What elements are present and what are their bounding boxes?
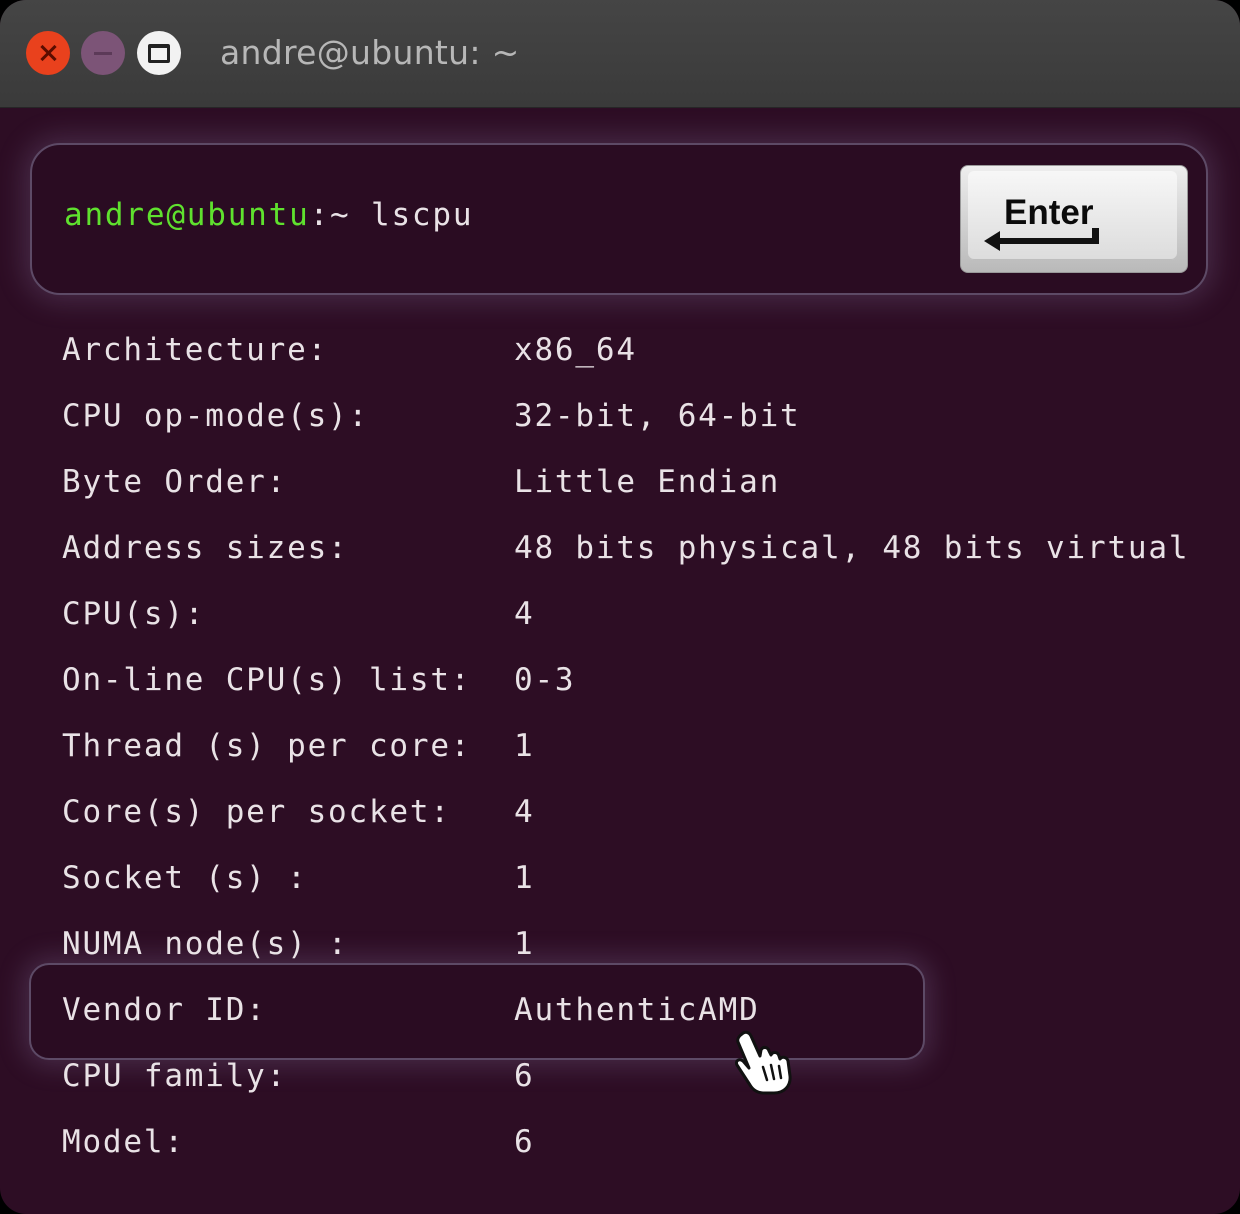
hand-pointer-icon: [735, 1030, 792, 1095]
minimize-button[interactable]: [81, 31, 125, 75]
output-key: Thread (s) per core:: [62, 728, 472, 764]
output-value: 32-bit, 64-bit: [514, 398, 801, 434]
output-key: CPU op-mode(s):: [62, 398, 369, 434]
output-key: CPU(s):: [62, 596, 206, 632]
output-value: 4: [514, 596, 535, 632]
return-arrow-icon: [984, 228, 1099, 251]
prompt-user-host: andre@ubuntu: [64, 197, 310, 233]
output-key: Byte Order:: [62, 464, 288, 500]
output-key: Core(s) per socket:: [62, 794, 451, 830]
prompt-command: lscpu: [370, 197, 474, 233]
output-value: Little Endian: [514, 464, 781, 500]
output-value: 1: [514, 728, 535, 764]
output-value: 6: [514, 1058, 535, 1094]
title-bar[interactable]: andre@ubuntu: ~: [0, 0, 1240, 108]
terminal-window: andre@ubuntu: ~ andre@ubuntu:~ lscpu Ent…: [0, 0, 1240, 1214]
window-title: andre@ubuntu: ~: [220, 33, 520, 72]
output-key: Address sizes:: [62, 530, 349, 566]
output-key: Architecture:: [62, 332, 329, 368]
output-value: 4: [514, 794, 535, 830]
output-value: 1: [514, 926, 535, 962]
close-button[interactable]: [26, 31, 70, 75]
prompt-line: andre@ubuntu:~ lscpu: [64, 197, 473, 233]
output-value[interactable]: AuthenticAMD: [514, 992, 760, 1028]
output-key: Vendor ID:: [62, 992, 267, 1028]
maximize-button[interactable]: [137, 31, 181, 75]
output-key: Model:: [62, 1124, 185, 1160]
command-prompt-box[interactable]: andre@ubuntu:~ lscpu Enter: [30, 143, 1208, 295]
output-key: NUMA node(s) :: [62, 926, 349, 962]
enter-key-button[interactable]: Enter: [960, 165, 1188, 273]
minimize-icon: [94, 51, 112, 55]
output-value: 0-3: [514, 662, 576, 698]
close-icon: [39, 44, 57, 62]
enter-key-face: Enter: [968, 171, 1177, 260]
output-key: CPU family:: [62, 1058, 288, 1094]
maximize-icon: [148, 43, 170, 63]
output-key: Socket (s) :: [62, 860, 308, 896]
output-value: 48 bits physical, 48 bits virtual: [514, 530, 1190, 566]
output-key: On-line CPU(s) list:: [62, 662, 472, 698]
output-value: 1: [514, 860, 535, 896]
output-value: 6: [514, 1124, 535, 1160]
prompt-path: :~: [309, 197, 371, 233]
output-value: x86_64: [514, 332, 637, 368]
